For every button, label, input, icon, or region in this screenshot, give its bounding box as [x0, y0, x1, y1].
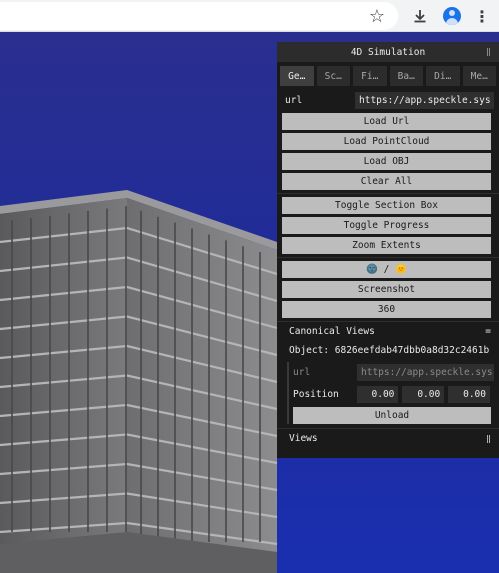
position-label: Position — [293, 388, 339, 400]
sub-url-label: url — [293, 366, 311, 378]
sub-url-input[interactable]: https://app.speckle.sys — [357, 363, 494, 381]
views-label: Views — [289, 432, 318, 444]
position-row: Position 0.00 0.00 0.00 — [289, 384, 499, 404]
download-icon[interactable] — [408, 4, 432, 28]
address-bar[interactable] — [0, 2, 398, 30]
collapse-icon[interactable]: ‖ — [486, 47, 491, 56]
control-panel: 4D Simulation ‖ Ge… Sc… Fi… Ba… Di… Me… … — [277, 42, 499, 458]
divider — [277, 257, 499, 258]
load-obj-button[interactable]: Load OBJ — [282, 153, 491, 170]
toggle-progress-button[interactable]: Toggle Progress — [282, 217, 491, 234]
url-label: url — [285, 94, 303, 106]
object-subfolder: url https://app.speckle.sys Position 0.0… — [287, 362, 499, 424]
load-url-button[interactable]: Load Url — [282, 113, 491, 130]
profile-avatar[interactable] — [440, 4, 464, 28]
position-z-input[interactable]: 0.00 — [448, 385, 490, 403]
url-row: url https://app.speckle.sys — [280, 90, 499, 110]
clear-all-button[interactable]: Clear All — [282, 173, 491, 190]
object-id: Object: 6826eefdab47dbb0a8d32c2461b — [289, 344, 490, 356]
tab-filters[interactable]: Fi… — [353, 66, 387, 86]
screenshot-button[interactable]: Screenshot — [282, 281, 491, 298]
canonical-views-label: Canonical Views — [289, 325, 375, 337]
canonical-views-folder[interactable]: Canonical Views = — [277, 321, 499, 340]
sub-url-row: url https://app.speckle.sys — [289, 362, 499, 382]
theme-toggle-button[interactable]: 🌚 / 🌞 — [282, 261, 491, 278]
star-icon[interactable]: ☆ — [365, 4, 389, 28]
views-folder[interactable]: Views ‖ — [277, 428, 499, 447]
tab-scene[interactable]: Sc… — [316, 66, 350, 86]
more-vert-icon[interactable]: ⋮ — [470, 4, 494, 28]
panel-title[interactable]: 4D Simulation ‖ — [277, 42, 499, 62]
position-y-input[interactable]: 0.00 — [402, 385, 445, 403]
tab-general[interactable]: Ge… — [280, 66, 314, 86]
browser-toolbar: ☆ ⋮ — [0, 0, 499, 32]
tab-batches[interactable]: Ba… — [389, 66, 423, 86]
zoom-extents-button[interactable]: Zoom Extents — [282, 237, 491, 254]
url-input[interactable]: https://app.speckle.sys — [355, 91, 494, 109]
unload-button[interactable]: Unload — [293, 407, 491, 424]
tab-display[interactable]: Di… — [426, 66, 460, 86]
tab-measure[interactable]: Me… — [462, 66, 496, 86]
tab-bar: Ge… Sc… Fi… Ba… Di… Me… — [277, 62, 499, 90]
views-toggle-icon[interactable]: ‖ — [486, 434, 491, 443]
position-x-input[interactable]: 0.00 — [356, 385, 399, 403]
divider — [277, 193, 499, 194]
folder-toggle-icon[interactable]: = — [485, 326, 491, 337]
load-pointcloud-button[interactable]: Load PointCloud — [282, 133, 491, 150]
toggle-section-box-button[interactable]: Toggle Section Box — [282, 197, 491, 214]
moon-sun-label: 🌚 / 🌞 — [366, 264, 407, 275]
spin-360-button[interactable]: 360 — [282, 301, 491, 318]
panel-title-label: 4D Simulation — [350, 46, 426, 58]
